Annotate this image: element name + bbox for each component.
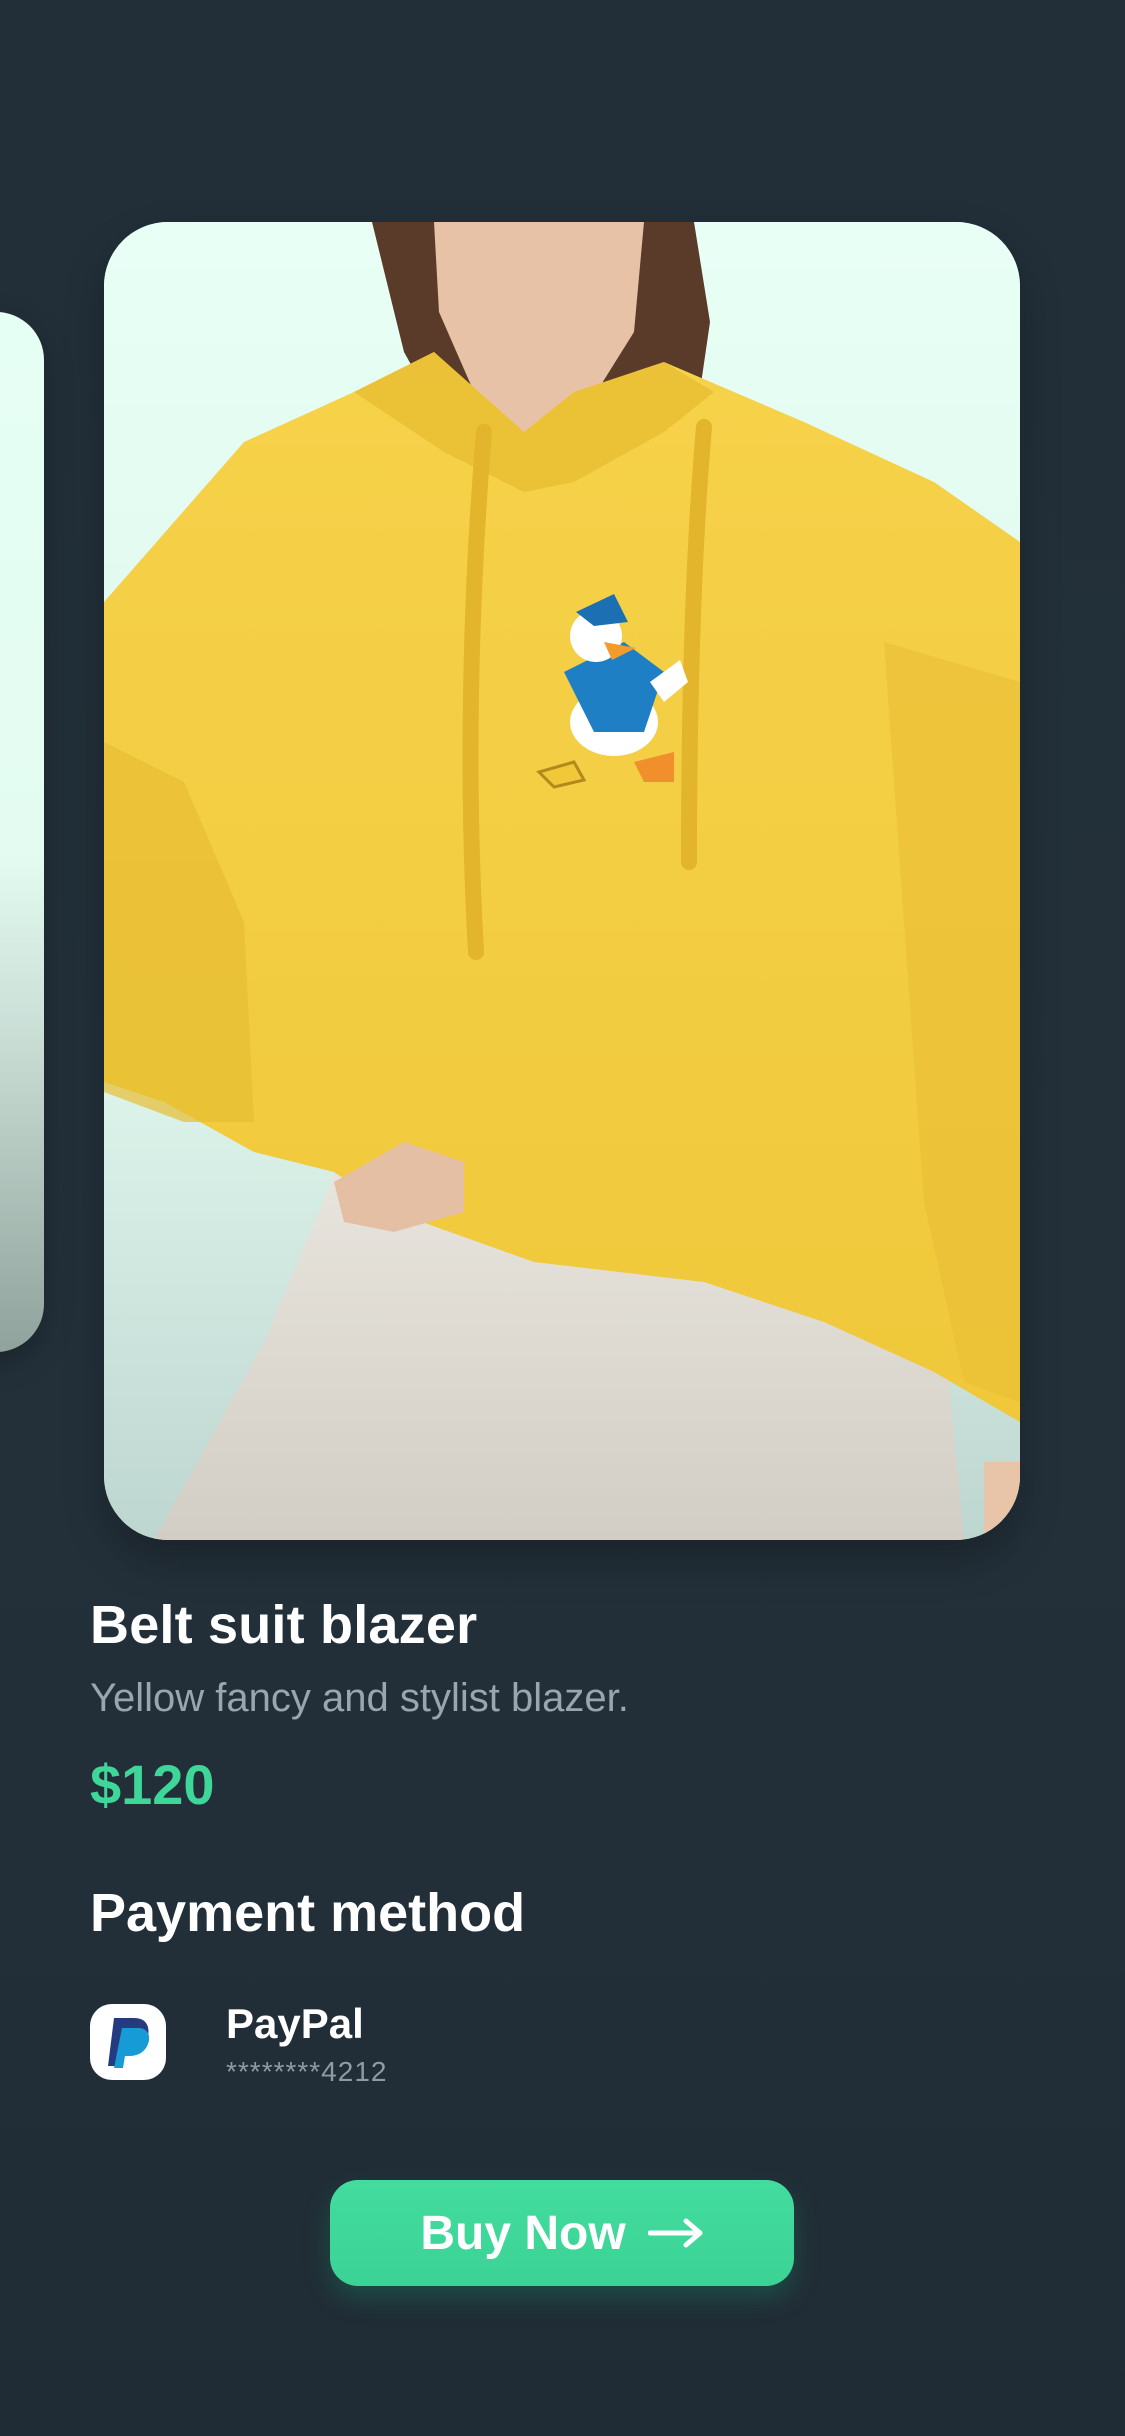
payment-method-title: Payment method [90, 1883, 526, 1943]
product-image-card[interactable] [104, 222, 1020, 1540]
product-photo [104, 222, 1020, 1540]
paypal-icon [90, 2004, 166, 2080]
arrow-right-icon [647, 2218, 703, 2248]
product-description: Yellow fancy and stylist blazer. [90, 1676, 629, 1720]
buy-now-label: Buy Now [420, 2206, 626, 2260]
buy-now-button[interactable]: Buy Now [330, 2180, 794, 2286]
payment-method-name: PayPal [226, 2000, 364, 2047]
previous-product-card[interactable] [0, 312, 44, 1352]
product-price: $120 [90, 1753, 215, 1816]
payment-method-item[interactable]: PayPal ********4212 [90, 2000, 690, 2087]
product-title: Belt suit blazer [90, 1595, 478, 1655]
product-detail-screen: Belt suit blazer Yellow fancy and stylis… [0, 0, 1125, 2436]
payment-account-masked: ********4212 [226, 2056, 388, 2087]
